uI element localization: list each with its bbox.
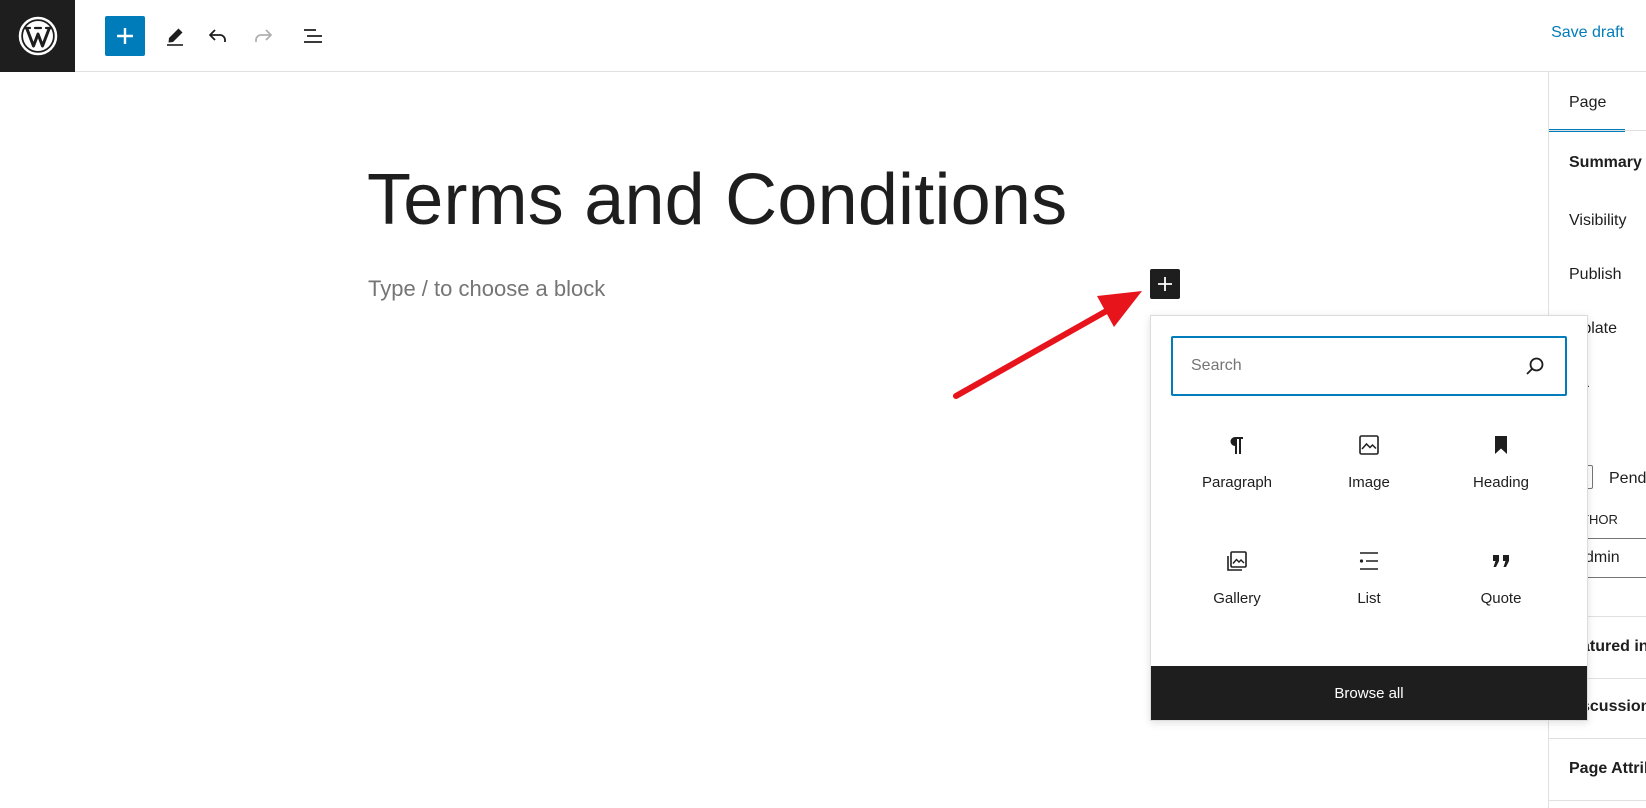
block-list[interactable]: List — [1303, 532, 1435, 648]
gallery-icon — [1224, 548, 1250, 574]
block-search-input[interactable] — [1191, 357, 1523, 375]
plus-icon — [1158, 277, 1172, 291]
featured-image-panel-title[interactable]: atured in — [1581, 638, 1646, 656]
plus-icon — [117, 28, 133, 44]
block-paragraph[interactable]: Paragraph — [1171, 416, 1303, 532]
block-label: Paragraph — [1201, 474, 1273, 491]
search-icon — [1523, 354, 1547, 378]
block-search-box[interactable] — [1171, 336, 1567, 396]
discussion-panel-title[interactable]: scussion — [1581, 698, 1646, 716]
block-types-list: Paragraph Image Heading Gallery List Quo… — [1171, 416, 1567, 648]
block-image[interactable]: Image — [1303, 416, 1435, 532]
block-label: Gallery — [1213, 590, 1261, 607]
wordpress-icon — [18, 16, 57, 56]
page-attributes-panel-title[interactable]: Page Attrib — [1569, 760, 1646, 778]
block-placeholder[interactable]: Type / to choose a block — [368, 276, 605, 302]
panel-divider — [1549, 738, 1646, 739]
undo-icon — [209, 29, 226, 42]
block-label: List — [1357, 590, 1381, 607]
quote-icon — [1488, 548, 1514, 574]
block-heading[interactable]: Heading — [1435, 416, 1567, 532]
block-inserter-button[interactable] — [105, 16, 145, 56]
list-view-icon — [304, 29, 322, 43]
panel-divider — [1549, 800, 1646, 801]
block-label: Image — [1348, 474, 1390, 491]
wordpress-logo[interactable] — [0, 0, 75, 72]
redo-button[interactable] — [243, 16, 283, 56]
bookmark-icon — [1488, 432, 1514, 458]
editor-header: Save draft — [0, 0, 1646, 72]
publish-label: Publish — [1569, 266, 1622, 283]
author-value: dmin — [1585, 549, 1620, 566]
browse-all-button[interactable]: Browse all — [1151, 666, 1587, 720]
pending-review-label: Pend — [1609, 470, 1646, 487]
tools-button[interactable] — [155, 16, 195, 56]
summary-panel-title[interactable]: Summary — [1569, 154, 1642, 172]
tab-divider — [1549, 130, 1646, 131]
tab-page[interactable]: Page — [1549, 72, 1625, 132]
paragraph-icon — [1224, 432, 1250, 458]
block-quote[interactable]: Quote — [1435, 532, 1567, 648]
document-overview-button[interactable] — [293, 16, 333, 56]
block-label: Heading — [1473, 474, 1529, 491]
redo-icon — [255, 29, 272, 42]
save-draft-button[interactable]: Save draft — [1551, 24, 1624, 42]
block-label: Quote — [1480, 590, 1522, 607]
visibility-label: Visibility — [1569, 212, 1627, 229]
pencil-icon — [167, 28, 183, 46]
quick-inserter-popover: Paragraph Image Heading — [1150, 315, 1588, 721]
inline-inserter-button[interactable] — [1150, 269, 1180, 299]
image-icon — [1356, 432, 1382, 458]
block-gallery[interactable]: Gallery — [1171, 532, 1303, 648]
list-icon — [1356, 548, 1382, 574]
page-title[interactable]: Terms and Conditions — [367, 155, 1067, 245]
undo-button[interactable] — [198, 16, 238, 56]
